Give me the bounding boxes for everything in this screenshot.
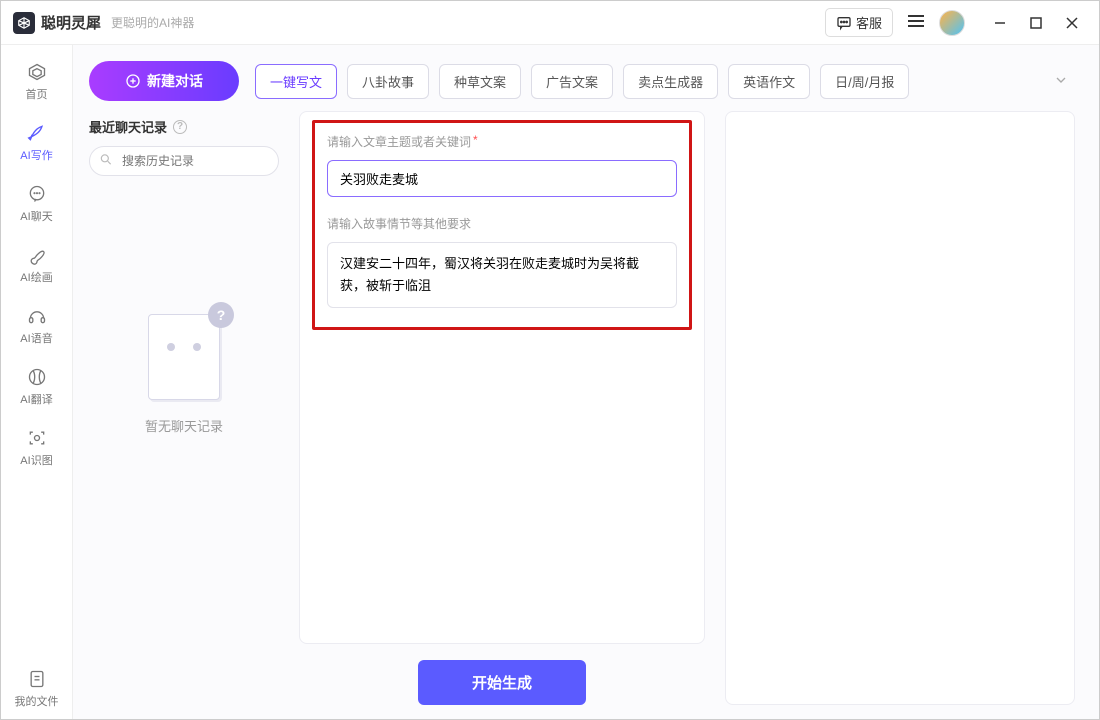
nav-label: 我的文件 xyxy=(15,693,59,709)
chip-seeding-copy[interactable]: 种草文案 xyxy=(439,64,521,99)
close-button[interactable] xyxy=(1057,9,1087,37)
logo-icon xyxy=(13,12,35,34)
paint-icon xyxy=(26,244,48,266)
empty-text: 暂无聊天记录 xyxy=(145,416,223,435)
vision-icon xyxy=(26,427,48,449)
nav-audio[interactable]: AI语音 xyxy=(20,295,52,356)
history-heading: 最近聊天记录 xyxy=(89,117,167,136)
nav-label: AI语音 xyxy=(20,330,52,346)
service-label: 客服 xyxy=(856,13,882,32)
submit-button[interactable]: 开始生成 xyxy=(418,660,586,705)
topic-input[interactable] xyxy=(327,160,677,197)
nav-label: AI识图 xyxy=(20,452,52,468)
chip-quick-write[interactable]: 一键写文 xyxy=(255,64,337,99)
detail-textarea[interactable] xyxy=(327,242,677,308)
chevron-down-icon xyxy=(1053,72,1069,88)
nav-translate[interactable]: AI翻译 xyxy=(20,356,52,417)
app-name: 聪明灵犀 xyxy=(41,12,101,33)
chip-gossip-story[interactable]: 八卦故事 xyxy=(347,64,429,99)
nav-paint[interactable]: AI绘画 xyxy=(20,234,52,295)
file-icon xyxy=(26,668,48,690)
topic-label: 请输入文章主题或者关键词 xyxy=(327,133,471,150)
nav-label: AI聊天 xyxy=(20,208,52,224)
empty-illustration: ? xyxy=(134,302,234,402)
nav-vision[interactable]: AI识图 xyxy=(20,417,52,478)
minimize-button[interactable] xyxy=(985,9,1015,37)
detail-label: 请输入故事情节等其他要求 xyxy=(327,215,471,232)
new-chat-label: 新建对话 xyxy=(147,71,203,91)
nav-home[interactable]: 首页 xyxy=(26,51,48,112)
app-logo: 聪明灵犀 xyxy=(13,12,101,34)
search-icon xyxy=(99,153,113,170)
history-search-input[interactable] xyxy=(89,146,279,176)
chip-selling-points[interactable]: 卖点生成器 xyxy=(623,64,718,99)
maximize-icon xyxy=(1030,17,1042,29)
required-star: * xyxy=(473,133,478,150)
history-empty-state: ? 暂无聊天记录 xyxy=(89,302,279,435)
new-chat-button[interactable]: 新建对话 xyxy=(89,61,239,101)
highlight-box: 请输入文章主题或者关键词 * 请输入故事情节等其他要求 xyxy=(312,120,692,330)
chip-ad-copy[interactable]: 广告文案 xyxy=(531,64,613,99)
avatar[interactable] xyxy=(939,10,965,36)
nav-write[interactable]: AI写作 xyxy=(20,112,52,173)
close-icon xyxy=(1065,16,1079,30)
titlebar: 聪明灵犀 更聪明的AI神器 客服 xyxy=(1,1,1099,45)
maximize-button[interactable] xyxy=(1021,9,1051,37)
chip-english-essay[interactable]: 英语作文 xyxy=(728,64,810,99)
nav-chat[interactable]: AI聊天 xyxy=(20,173,52,234)
form-panel: 请输入文章主题或者关键词 * 请输入故事情节等其他要求 xyxy=(299,111,705,644)
main-area: 新建对话 一键写文 八卦故事 种草文案 广告文案 卖点生成器 英语作文 日/周/… xyxy=(73,45,1099,719)
translate-icon xyxy=(26,366,48,388)
help-icon[interactable]: ? xyxy=(173,120,187,134)
home-icon xyxy=(26,61,48,83)
left-nav: 首页 AI写作 AI聊天 AI绘画 xyxy=(1,45,73,719)
plus-circle-icon xyxy=(125,73,141,89)
nav-label: AI翻译 xyxy=(20,391,52,407)
audio-icon xyxy=(26,305,48,327)
app-subtitle: 更聪明的AI神器 xyxy=(111,14,194,31)
template-chips: 一键写文 八卦故事 种草文案 广告文案 卖点生成器 英语作文 日/周/月报 xyxy=(255,64,1031,99)
customer-service-button[interactable]: 客服 xyxy=(825,8,893,37)
expand-chips-button[interactable] xyxy=(1047,68,1075,95)
history-column: 最近聊天记录 ? ? 暂无聊天记录 xyxy=(89,111,279,705)
chat-bubble-icon xyxy=(836,15,852,31)
hamburger-icon xyxy=(907,13,925,29)
nav-my-files[interactable]: 我的文件 xyxy=(15,658,59,719)
chip-report[interactable]: 日/周/月报 xyxy=(820,64,909,99)
nav-label: AI绘画 xyxy=(20,269,52,285)
menu-button[interactable] xyxy=(903,9,929,36)
chat-icon xyxy=(26,183,48,205)
nav-label: 首页 xyxy=(26,86,48,102)
minimize-icon xyxy=(993,16,1007,30)
result-panel xyxy=(725,111,1075,705)
nav-label: AI写作 xyxy=(20,147,52,163)
pen-icon xyxy=(26,122,48,144)
